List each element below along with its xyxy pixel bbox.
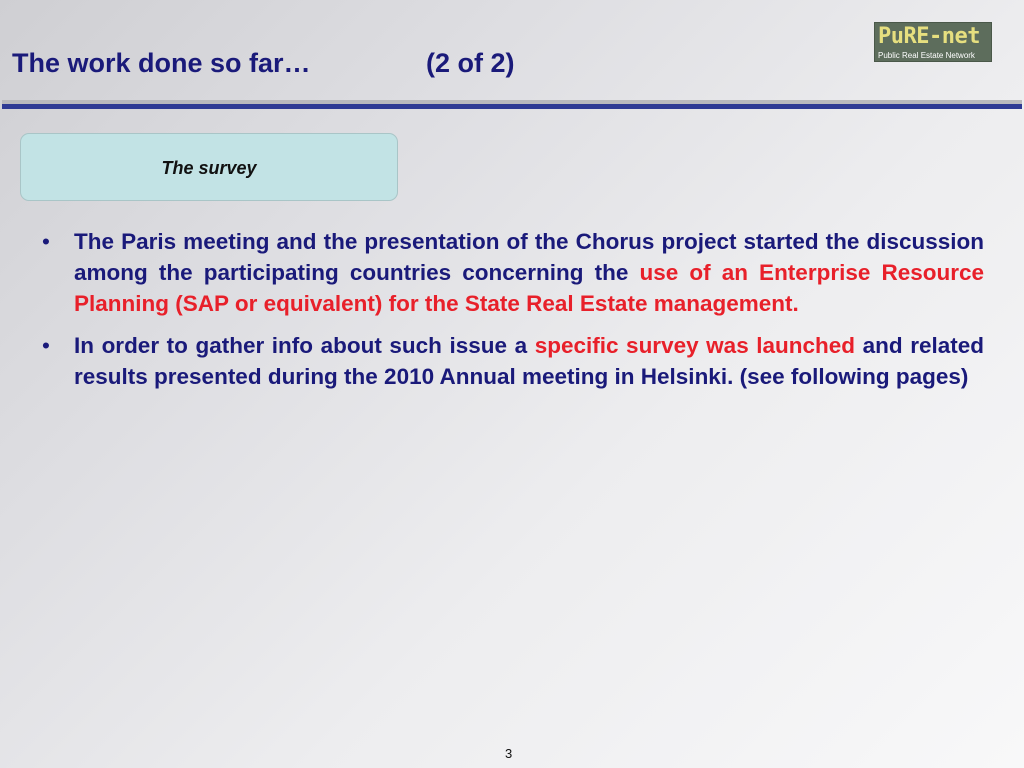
bullet-text: In order to gather info about such issue… — [74, 333, 535, 358]
pure-net-logo: PuRE-net Public Real Estate Network — [874, 22, 992, 62]
section-label-box: The survey — [20, 133, 398, 201]
section-label: The survey — [161, 158, 257, 178]
logo-wordmark: PuRE-net — [878, 24, 980, 49]
bullet-icon: • — [42, 229, 50, 254]
logo-subtitle: Public Real Estate Network — [878, 51, 975, 60]
slide-title: The work done so far… — [12, 48, 311, 78]
page-number: 3 — [505, 746, 513, 761]
bullet-list: • The Paris meeting and the presentation… — [40, 226, 984, 403]
bullet-item: • In order to gather info about such iss… — [40, 330, 984, 392]
header-divider-blue — [2, 104, 1022, 109]
bullet-item: • The Paris meeting and the presentation… — [40, 226, 984, 319]
bullet-icon: • — [42, 333, 50, 358]
page-indicator: (2 of 2) — [426, 48, 515, 78]
bullet-highlight: specific survey was launched — [534, 333, 856, 358]
slide: The work done so far… (2 of 2) PuRE-net … — [0, 0, 1024, 768]
